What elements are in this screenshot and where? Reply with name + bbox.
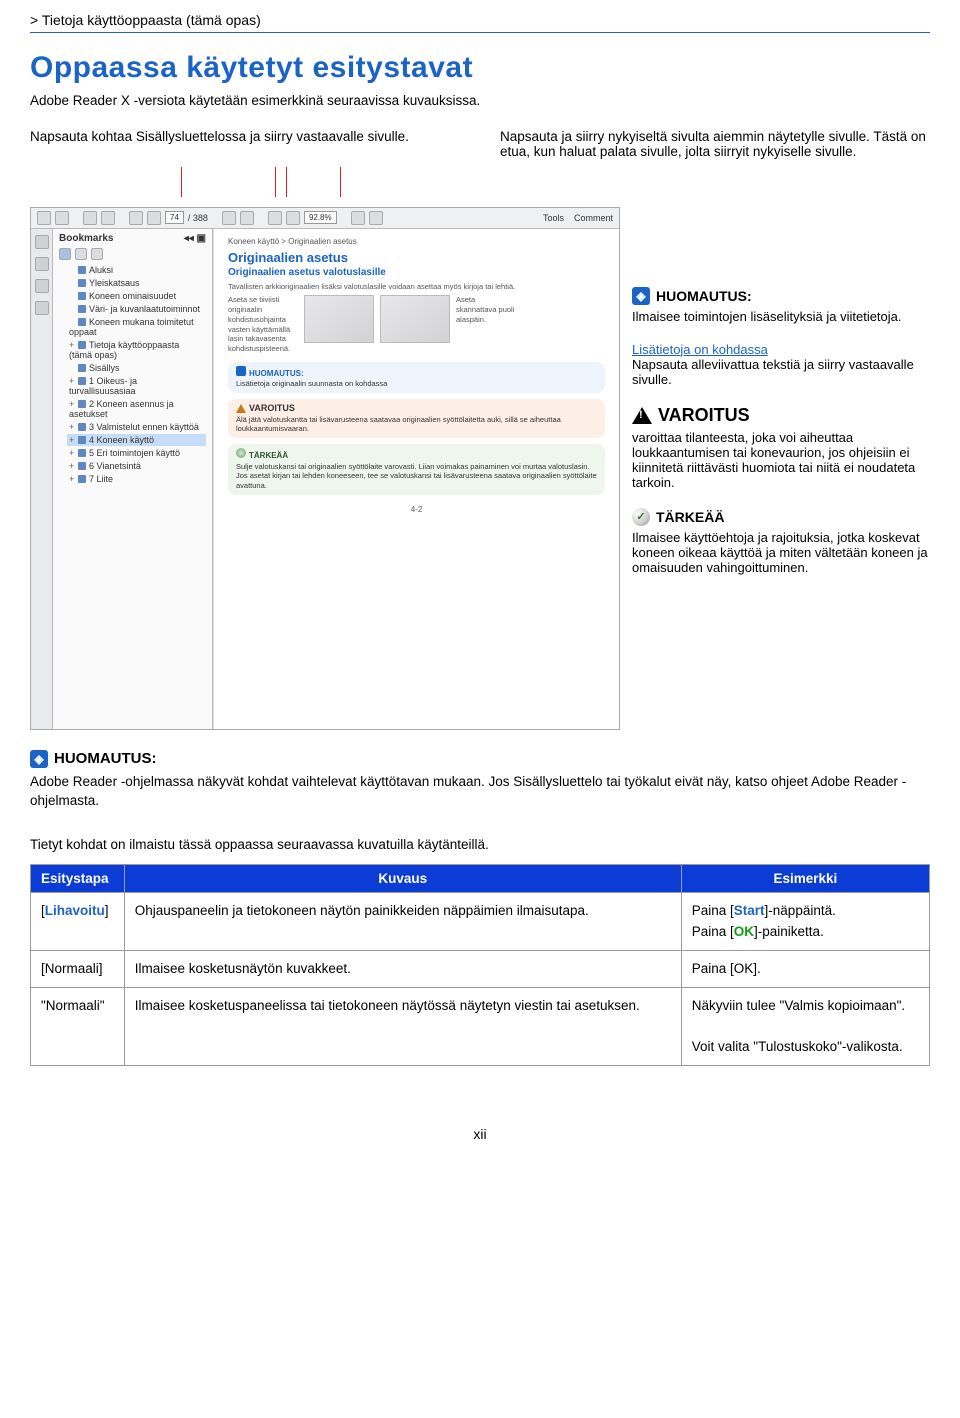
nav-up-icon <box>129 211 143 225</box>
th-desc: Kuvaus <box>124 865 681 893</box>
divider <box>30 32 930 33</box>
bookmark-item: Koneen mukana toimitetut oppaat <box>67 316 206 338</box>
toolbar-button-icon <box>55 211 69 225</box>
note-icon: ◈ <box>632 287 650 305</box>
page-crumb: Koneen käyttö > Originaalien asetus <box>228 237 605 246</box>
nav-down-icon <box>147 211 161 225</box>
page-total: / 388 <box>188 213 208 223</box>
table-row: [Normaali] Ilmaisee kosketusnäytön kuvak… <box>31 950 930 987</box>
bookmark-item: Yleiskatsaus <box>67 277 206 289</box>
bookmark-item: +5 Eri toimintojen käyttö <box>67 447 206 459</box>
printer-illustration <box>380 295 450 343</box>
reader-page-preview: Koneen käyttö > Originaalien asetus Orig… <box>213 229 619 729</box>
bm-toolbar-icon <box>75 248 87 260</box>
footer-page-number: xii <box>30 1126 930 1142</box>
callout-right: Napsauta ja siirry nykyiseltä sivulta ai… <box>500 129 930 159</box>
bookmark-item: +6 Vianetsintä <box>67 460 206 472</box>
print-icon <box>83 211 97 225</box>
callout-important: ✓TÄRKEÄÄ Ilmaisee käyttöehtoja ja rajoit… <box>632 508 930 575</box>
inline-warn-box: VAROITUS Älä jätä valotuskantta tai lisä… <box>228 399 605 438</box>
zoom-in-icon <box>286 211 300 225</box>
page-h2: Originaalien asetus valotuslasille <box>228 267 605 278</box>
main-note: ◈HUOMAUTUS: Adobe Reader -ohjelmassa näk… <box>30 750 930 811</box>
sidebar-iconstrip <box>31 229 53 729</box>
page-title: Oppaassa käytetyt esitystavat <box>30 51 930 85</box>
bookmarks-title: Bookmarks <box>59 233 113 244</box>
forward-icon <box>240 211 254 225</box>
crossref-link[interactable]: Lisätietoja on kohdassa <box>632 342 768 357</box>
bm-toolbar-icon <box>91 248 103 260</box>
bookmarks-panel: Bookmarks ◂◂ ▣ AluksiYleiskatsausKoneen … <box>53 229 213 729</box>
th-example: Esimerkki <box>681 865 929 893</box>
pages-pane-icon <box>35 235 49 249</box>
intro-text: Adobe Reader X -versiota käytetään esime… <box>30 91 930 111</box>
comment-label: Comment <box>574 213 613 223</box>
bookmarks-list: AluksiYleiskatsausKoneen ominaisuudetVär… <box>59 264 206 485</box>
illus-caption-left: Aseta se tiiviisti originaalin kohdistus… <box>228 295 298 354</box>
callout-warning: VAROITUS varoittaa tilanteesta, joka voi… <box>632 405 930 490</box>
bookmark-item: +2 Koneen asennus ja asetukset <box>67 398 206 420</box>
table-intro: Tietyt kohdat on ilmaistu tässä oppaassa… <box>30 835 930 855</box>
bookmark-item: +3 Valmistelut ennen käyttöä <box>67 421 206 433</box>
table-row: [Lihavoitu] Ohjauspaneelin ja tietokonee… <box>31 893 930 951</box>
warning-icon <box>632 407 652 424</box>
zoom-level: 92.8% <box>304 211 337 224</box>
bookmark-item: Väri- ja kuvanlaatutoiminnot <box>67 303 206 315</box>
bookmark-item: +4 Koneen käyttö <box>67 434 206 446</box>
inline-important-box: TÄRKEÄÄ Sulje valotuskansi tai originaal… <box>228 444 605 495</box>
bookmark-item: +7 Liite <box>67 473 206 485</box>
callout-link: Lisätietoja on kohdassa Napsauta allevii… <box>632 342 930 387</box>
note-icon: ◈ <box>30 750 48 768</box>
hand-icon <box>369 211 383 225</box>
bookmark-item: Aluksi <box>67 264 206 276</box>
bookmark-item: Koneen ominaisuudet <box>67 290 206 302</box>
illus-caption-right: Aseta skannattava puoli alaspäin. <box>456 295 516 324</box>
tools-label: Tools <box>543 213 564 223</box>
back-icon <box>222 211 236 225</box>
page-current: 74 <box>165 211 184 224</box>
attachments-pane-icon <box>35 279 49 293</box>
page-h1: Originaalien asetus <box>228 250 605 265</box>
bookmark-item: +Tietoja käyttöoppaasta (tämä opas) <box>67 339 206 361</box>
callout-note: ◈HUOMAUTUS: Ilmaisee toimintojen lisäsel… <box>632 287 930 324</box>
callout-left: Napsauta kohtaa Sisällysluettelossa ja s… <box>30 129 460 159</box>
printer-illustration <box>304 295 374 343</box>
conventions-table: Esitystapa Kuvaus Esimerkki [Lihavoitu] … <box>30 864 930 1066</box>
bookmark-item: +1 Oikeus- ja turvallisuusasiaa <box>67 375 206 397</box>
th-style: Esitystapa <box>31 865 125 893</box>
fit-icon <box>351 211 365 225</box>
table-row: "Normaali" Ilmaisee kosketuspaneelissa t… <box>31 988 930 1066</box>
signatures-pane-icon <box>35 301 49 315</box>
zoom-out-icon <box>268 211 282 225</box>
bookmark-item: Sisällys <box>67 362 206 374</box>
page-body: Tavallisten arkkioriginaalien lisäksi va… <box>228 282 605 292</box>
reader-toolbar: 74 / 388 92.8% Tools Comment <box>31 208 619 229</box>
bookmarks-close-icon: ◂◂ ▣ <box>184 233 206 244</box>
breadcrumb: > Tietoja käyttöoppaasta (tämä opas) <box>30 12 930 28</box>
leader-lines <box>30 167 930 197</box>
bookmarks-pane-icon <box>35 257 49 271</box>
adobe-reader-screenshot: 74 / 388 92.8% Tools Comment <box>30 207 620 730</box>
mail-icon <box>101 211 115 225</box>
inline-note-box: HUOMAUTUS: Lisätietoja originaalin suunn… <box>228 362 605 393</box>
bm-toolbar-icon <box>59 248 71 260</box>
toolbar-button-icon <box>37 211 51 225</box>
important-icon: ✓ <box>632 508 650 526</box>
page-number: 4-2 <box>228 505 605 514</box>
